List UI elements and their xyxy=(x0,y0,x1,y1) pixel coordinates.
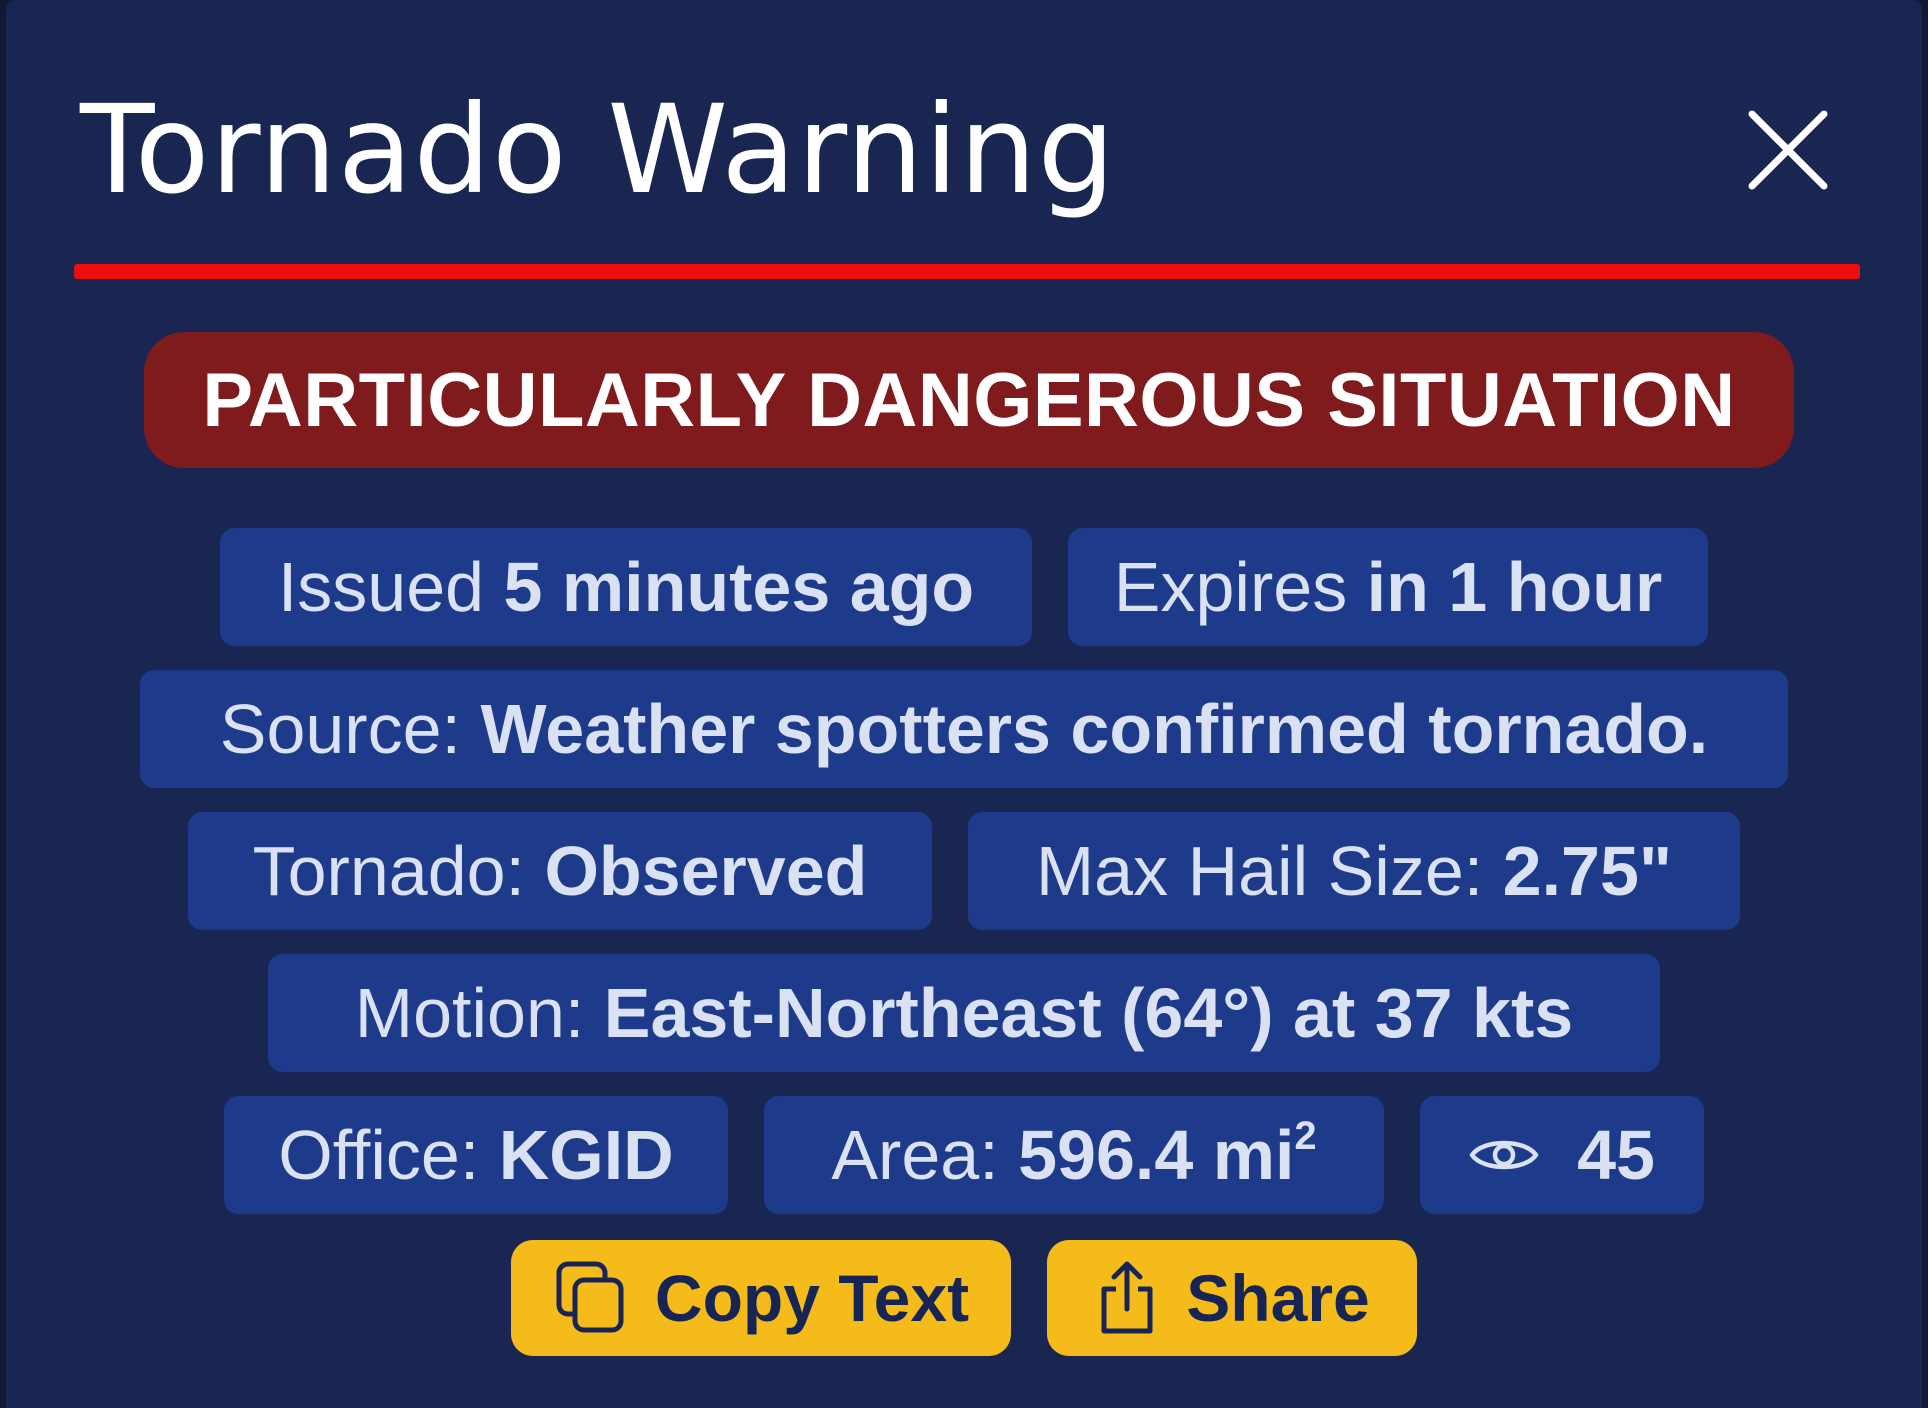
area-chip: Area: 596.4 mi2 xyxy=(764,1096,1384,1214)
area-label: Area: xyxy=(831,1116,999,1194)
close-button[interactable] xyxy=(1746,108,1830,192)
motion-chip: Motion: East-Northeast (64°) at 37 kts xyxy=(268,954,1660,1072)
views-count: 45 xyxy=(1577,1116,1655,1194)
pds-banner: PARTICULARLY DANGEROUS SITUATION xyxy=(144,332,1794,468)
source-value: Weather spotters confirmed tornado. xyxy=(480,690,1709,768)
tornado-label: Tornado: xyxy=(252,832,526,910)
area-number: 596.4 mi xyxy=(1018,1116,1295,1194)
chip-row-motion: Motion: East-Northeast (64°) at 37 kts xyxy=(6,954,1922,1072)
area-value: 596.4 mi2 xyxy=(1018,1113,1317,1195)
close-icon xyxy=(1748,110,1828,190)
copy-text-button[interactable]: Copy Text xyxy=(511,1240,1011,1356)
share-label: Share xyxy=(1186,1261,1370,1335)
source-chip: Source: Weather spotters confirmed torna… xyxy=(140,670,1788,788)
action-buttons: Copy Text Share xyxy=(6,1240,1922,1356)
expires-chip: Expires in 1 hour xyxy=(1068,528,1708,646)
issued-chip: Issued 5 minutes ago xyxy=(220,528,1032,646)
chip-row-meta: Office: KGID Area: 596.4 mi2 45 xyxy=(6,1096,1922,1214)
chip-row-source: Source: Weather spotters confirmed torna… xyxy=(6,670,1922,788)
expires-value: in 1 hour xyxy=(1366,548,1663,626)
hail-value: 2.75" xyxy=(1502,832,1673,910)
alert-dialog: Tornado Warning PARTICULARLY DANGEROUS S… xyxy=(6,0,1922,1408)
issued-label: Issued xyxy=(277,548,485,626)
chip-row-time: Issued 5 minutes ago Expires in 1 hour xyxy=(6,528,1922,646)
chip-row-threats: Tornado: Observed Max Hail Size: 2.75" xyxy=(6,812,1922,930)
motion-value: East-Northeast (64°) at 37 kts xyxy=(603,974,1574,1052)
eye-icon xyxy=(1469,1140,1539,1170)
copy-icon xyxy=(556,1261,624,1333)
office-value: KGID xyxy=(498,1116,674,1194)
area-unit-superscript: 2 xyxy=(1294,1113,1317,1158)
hail-chip: Max Hail Size: 2.75" xyxy=(968,812,1740,930)
source-label: Source: xyxy=(219,690,461,768)
motion-label: Motion: xyxy=(354,974,585,1052)
hail-label: Max Hail Size: xyxy=(1035,832,1484,910)
share-icon xyxy=(1101,1261,1153,1334)
title-divider xyxy=(74,264,1860,279)
share-button[interactable]: Share xyxy=(1047,1240,1417,1356)
expires-label: Expires xyxy=(1113,548,1348,626)
tornado-chip: Tornado: Observed xyxy=(188,812,932,930)
views-chip: 45 xyxy=(1420,1096,1704,1214)
office-chip: Office: KGID xyxy=(224,1096,728,1214)
dialog-title: Tornado Warning xyxy=(80,79,1116,221)
tornado-value: Observed xyxy=(544,832,868,910)
copy-text-label: Copy Text xyxy=(654,1261,970,1335)
office-label: Office: xyxy=(278,1116,480,1194)
issued-value: 5 minutes ago xyxy=(503,548,975,626)
dialog-header: Tornado Warning xyxy=(80,80,1860,220)
detail-chips: Issued 5 minutes ago Expires in 1 hour S… xyxy=(6,528,1922,1238)
